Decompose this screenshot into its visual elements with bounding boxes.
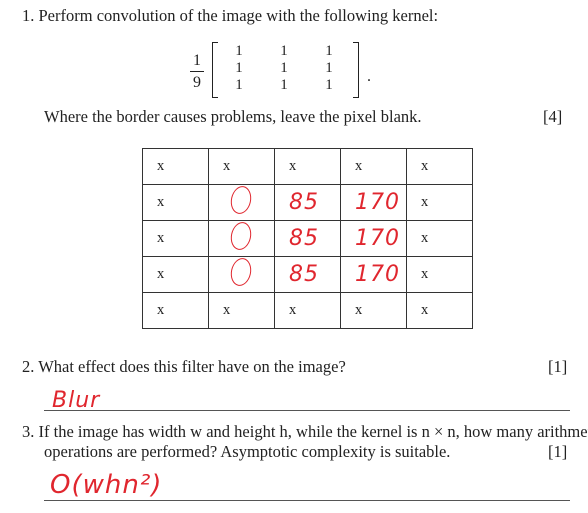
grid-row: x 0 85 170 x — [142, 184, 473, 221]
question-1: 1. Perform convolution of the image with… — [22, 6, 438, 26]
kernel-period: . — [367, 68, 371, 85]
fraction-denominator: 9 — [193, 74, 201, 91]
matrix-cell: 1 — [280, 43, 288, 59]
grid-row: x x x x x — [142, 292, 473, 329]
grid-cell: x — [406, 184, 473, 221]
question-3-line-2: operations are performed? Asymptotic com… — [44, 442, 451, 461]
grid-cell: x — [208, 292, 275, 329]
question-3-line-1: 3. If the image has width w and height h… — [22, 422, 588, 442]
instruction-text: Where the border causes problems, leave … — [44, 107, 422, 126]
matrix-cell: 1 — [235, 77, 243, 93]
grid-cell-handwritten: 0 — [208, 220, 275, 257]
grid-cell-handwritten: 85 — [274, 184, 341, 221]
kernel-fraction: 1 9 — [190, 52, 204, 92]
answer-line-q2 — [44, 410, 570, 411]
grid-cell: x — [142, 292, 209, 329]
handwritten-value: 170 — [355, 226, 400, 251]
matrix-cell: 1 — [325, 77, 333, 93]
handwritten-value: 85 — [289, 190, 319, 215]
grid-cell: x — [274, 292, 341, 329]
grid-cell-handwritten: 170 — [340, 256, 407, 293]
grid-cell-handwritten: 170 — [340, 220, 407, 257]
handwritten-zero — [228, 220, 254, 252]
matrix-cell: 1 — [235, 43, 243, 59]
matrix-cell: 1 — [280, 77, 288, 93]
answer-line-q3 — [44, 500, 570, 501]
grid-cell-handwritten: 0 — [208, 184, 275, 221]
fraction-bar — [190, 71, 204, 72]
grid-cell: x — [340, 292, 407, 329]
question-number: 2. — [22, 357, 35, 376]
question-number: 1. — [22, 6, 35, 25]
marks-q2: [1] — [548, 357, 568, 376]
question-number: 3. — [22, 422, 35, 441]
grid-row: x x x x x — [142, 148, 473, 185]
grid-cell: x — [142, 184, 209, 221]
grid-row: x 0 85 170 x — [142, 220, 473, 257]
grid-cell: x — [406, 292, 473, 329]
grid-cell: x — [406, 220, 473, 257]
fraction-numerator: 1 — [193, 52, 201, 69]
answer-q3-handwritten: O(whn²) — [50, 470, 163, 500]
marks-q1: [4] — [543, 107, 563, 126]
grid-cell: x — [142, 256, 209, 293]
handwritten-value: 170 — [355, 190, 400, 215]
question-2: 2. What effect does this filter have on … — [22, 357, 346, 377]
handwritten-value: 85 — [289, 226, 319, 251]
grid-row: x 0 85 170 x — [142, 256, 473, 293]
grid-cell-handwritten: 170 — [340, 184, 407, 221]
handwritten-zero — [228, 256, 254, 288]
matrix-right-bracket — [353, 42, 359, 98]
handwritten-value: 170 — [355, 262, 400, 287]
grid-cell-handwritten: 85 — [274, 256, 341, 293]
grid-cell: x — [142, 148, 209, 185]
grid-cell-handwritten: 85 — [274, 220, 341, 257]
question-text: Perform convolution of the image with th… — [38, 6, 439, 25]
grid-cell: x — [274, 148, 341, 185]
marks-q3: [1] — [548, 442, 568, 461]
question-text: What effect does this filter have on the… — [38, 357, 346, 376]
grid-cell: x — [208, 148, 275, 185]
grid-cell: x — [340, 148, 407, 185]
matrix-cell: 1 — [280, 60, 288, 76]
grid-cell-handwritten: 0 — [208, 256, 275, 293]
matrix-left-bracket — [212, 42, 218, 98]
grid-cell: x — [142, 220, 209, 257]
matrix-cell: 1 — [325, 60, 333, 76]
handwritten-value: 85 — [289, 262, 319, 287]
grid-cell: x — [406, 256, 473, 293]
handwritten-zero — [228, 184, 254, 216]
grid-cell: x — [406, 148, 473, 185]
matrix-cell: 1 — [235, 60, 243, 76]
pixel-grid: x x x x x x 0 85 170 x x 0 85 170 x x 0 … — [142, 148, 473, 329]
question-text: If the image has width w and height h, w… — [38, 422, 588, 441]
matrix-cell: 1 — [325, 43, 333, 59]
